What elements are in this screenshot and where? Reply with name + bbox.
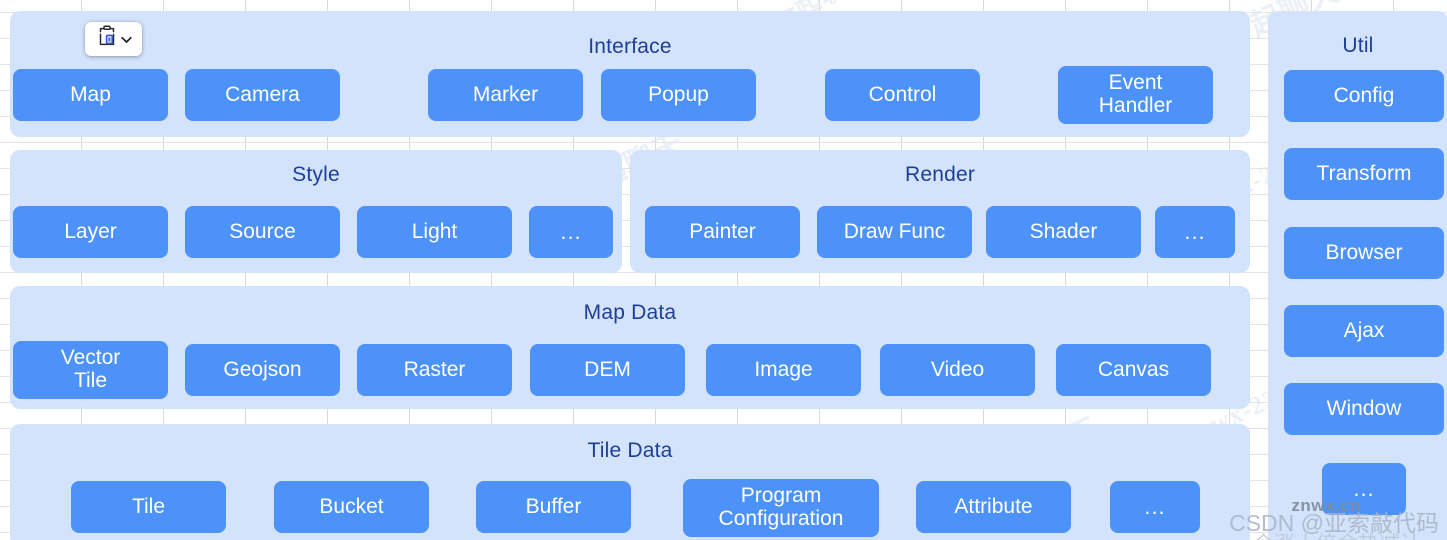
clipboard-paste-icon bbox=[96, 25, 118, 53]
panel-title-render: Render bbox=[904, 163, 976, 186]
node-render-more[interactable]: ... bbox=[1155, 206, 1235, 258]
node-draw-func[interactable]: Draw Func bbox=[817, 206, 972, 258]
node-buffer[interactable]: Buffer bbox=[476, 481, 631, 533]
node-shader[interactable]: Shader bbox=[986, 206, 1141, 258]
node-raster[interactable]: Raster bbox=[357, 344, 512, 396]
node-painter[interactable]: Painter bbox=[645, 206, 800, 258]
node-vector-tile[interactable]: Vector Tile bbox=[13, 341, 168, 399]
node-config[interactable]: Config bbox=[1284, 70, 1444, 122]
node-layer[interactable]: Layer bbox=[13, 206, 168, 258]
panel-map-data[interactable]: Map Data Vector Tile Geojson Raster DEM … bbox=[10, 286, 1250, 409]
chevron-down-icon[interactable] bbox=[120, 31, 132, 49]
node-bucket[interactable]: Bucket bbox=[274, 481, 429, 533]
panel-tile-data[interactable]: Tile Data Tile Bucket Buffer Program Con… bbox=[10, 424, 1250, 540]
spreadsheet-canvas: znwx-239 一起聊天 znwx-239 一起聊天 znwx-239 一起聊… bbox=[0, 0, 1447, 540]
architecture-diagram: Interface Map Camera Marker Popup Contro… bbox=[0, 0, 1447, 540]
node-util-more[interactable]: ... bbox=[1322, 463, 1406, 515]
panel-title-util: Util bbox=[1342, 34, 1374, 57]
node-window[interactable]: Window bbox=[1284, 383, 1444, 435]
node-ajax[interactable]: Ajax bbox=[1284, 305, 1444, 357]
panel-title-interface: Interface bbox=[588, 35, 672, 58]
panel-title-map-data: Map Data bbox=[583, 301, 677, 324]
panel-title-style: Style bbox=[292, 163, 340, 186]
node-camera[interactable]: Camera bbox=[185, 69, 340, 121]
panel-style[interactable]: Style Layer Source Light ... bbox=[10, 150, 622, 273]
node-transform[interactable]: Transform bbox=[1284, 148, 1444, 200]
node-tile-data-more[interactable]: ... bbox=[1110, 481, 1200, 533]
node-light[interactable]: Light bbox=[357, 206, 512, 258]
node-attribute[interactable]: Attribute bbox=[916, 481, 1071, 533]
node-image[interactable]: Image bbox=[706, 344, 861, 396]
node-map[interactable]: Map bbox=[13, 69, 168, 121]
panel-title-tile-data: Tile Data bbox=[587, 439, 673, 462]
node-event-handler[interactable]: Event Handler bbox=[1058, 66, 1213, 124]
node-browser[interactable]: Browser bbox=[1284, 227, 1444, 279]
node-control[interactable]: Control bbox=[825, 69, 980, 121]
node-geojson[interactable]: Geojson bbox=[185, 344, 340, 396]
node-popup[interactable]: Popup bbox=[601, 69, 756, 121]
node-tile[interactable]: Tile bbox=[71, 481, 226, 533]
node-video[interactable]: Video bbox=[880, 344, 1035, 396]
panel-util[interactable]: Util Config Transform Browser Ajax Windo… bbox=[1268, 11, 1447, 540]
node-style-more[interactable]: ... bbox=[529, 206, 613, 258]
node-canvas[interactable]: Canvas bbox=[1056, 344, 1211, 396]
node-dem[interactable]: DEM bbox=[530, 344, 685, 396]
panel-interface[interactable]: Interface Map Camera Marker Popup Contro… bbox=[10, 11, 1250, 137]
panel-render[interactable]: Render Painter Draw Func Shader ... bbox=[630, 150, 1250, 273]
node-marker[interactable]: Marker bbox=[428, 69, 583, 121]
node-program-configuration[interactable]: Program Configuration bbox=[683, 479, 879, 537]
paste-options-button[interactable] bbox=[85, 22, 142, 56]
node-source[interactable]: Source bbox=[185, 206, 340, 258]
